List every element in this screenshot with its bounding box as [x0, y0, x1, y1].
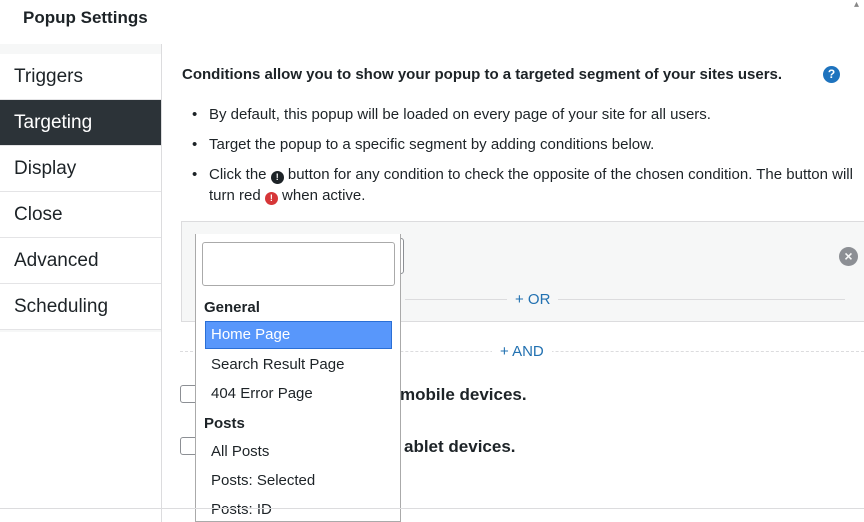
- tab-targeting[interactable]: Targeting: [0, 100, 161, 146]
- dropdown-option[interactable]: Search Result Page: [205, 351, 392, 379]
- instruction-text: when active.: [282, 187, 366, 204]
- popup-settings-header: Popup Settings ▴: [0, 0, 864, 44]
- list-item: • By default, this popup will be loaded o…: [192, 106, 711, 123]
- targeting-intro: Conditions allow you to show your popup …: [182, 66, 783, 83]
- disable-tablet-label: ablet devices.: [404, 437, 516, 456]
- collapse-caret-icon[interactable]: ▴: [854, 0, 864, 10]
- add-and-condition-button[interactable]: + AND: [492, 343, 552, 360]
- list-item: • Target the popup to a specific segment …: [192, 136, 655, 153]
- or-divider: [405, 299, 845, 300]
- dropdown-group-general: General: [204, 299, 260, 316]
- dropdown-option[interactable]: Home Page: [205, 321, 392, 349]
- page-title: Popup Settings: [23, 8, 148, 27]
- instruction-text: Click the: [209, 166, 267, 183]
- tab-triggers[interactable]: Triggers: [0, 54, 161, 100]
- tab-advanced[interactable]: Advanced: [0, 238, 161, 284]
- dropdown-group-posts: Posts: [204, 415, 245, 432]
- disable-mobile-label: mobile devices.: [400, 385, 527, 404]
- dropdown-option[interactable]: Posts: ID: [205, 496, 392, 521]
- panel-bottom-border: [0, 508, 864, 509]
- condition-dropdown: General Home Page Search Result Page 404…: [195, 234, 401, 522]
- help-icon[interactable]: ?: [823, 66, 840, 83]
- tab-display[interactable]: Display: [0, 146, 161, 192]
- dropdown-option[interactable]: 404 Error Page: [205, 380, 392, 408]
- not-operand-active-icon: !: [264, 192, 278, 205]
- remove-condition-icon[interactable]: ×: [839, 247, 858, 266]
- dropdown-search-input[interactable]: [202, 242, 395, 286]
- dropdown-option[interactable]: All Posts: [205, 438, 392, 466]
- list-item: • Click the ! button for any condition t…: [192, 166, 853, 205]
- tab-close[interactable]: Close: [0, 192, 161, 238]
- settings-tabs: Triggers Targeting Display Close Advance…: [0, 44, 162, 522]
- not-operand-icon: !: [270, 171, 284, 184]
- dropdown-option[interactable]: Posts: Selected: [205, 467, 392, 495]
- tabs-background: [0, 332, 161, 522]
- add-or-condition-button[interactable]: + OR: [507, 291, 559, 308]
- tab-scheduling[interactable]: Scheduling: [0, 284, 161, 330]
